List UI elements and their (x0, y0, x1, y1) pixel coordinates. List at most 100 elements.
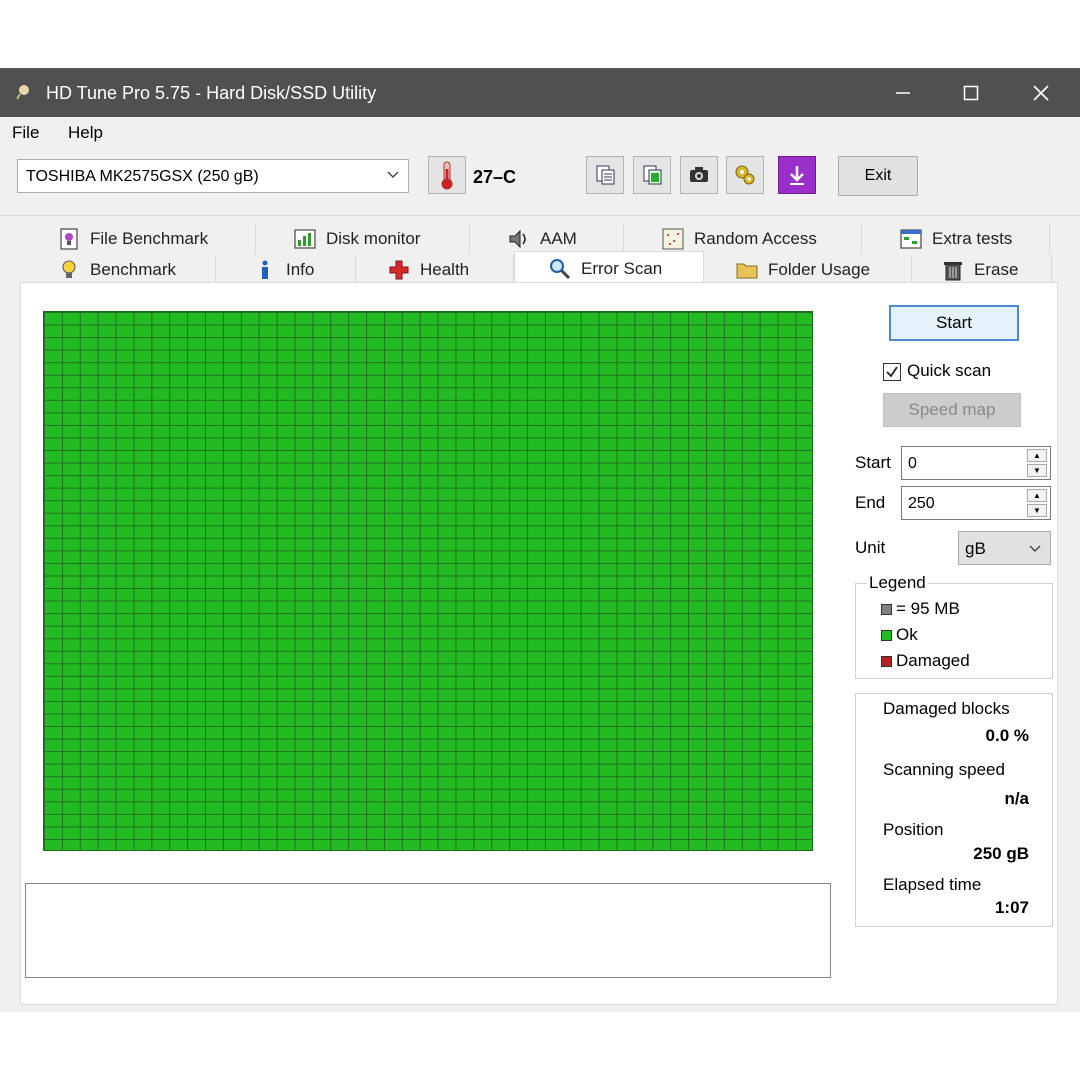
screenshot-button[interactable] (680, 156, 718, 194)
position-value: 250 gB (973, 844, 1029, 863)
file-benchmark-icon (60, 228, 78, 250)
tab-label: Folder Usage (768, 260, 871, 279)
tab-label: Error Scan (581, 258, 663, 278)
scanning-speed-label: Scanning speed (883, 760, 1005, 779)
copy-green-icon (643, 165, 662, 185)
damaged-swatch (881, 655, 892, 667)
scanning-speed-value: n/a (1004, 789, 1029, 808)
damaged-blocks-value: 0.0 % (985, 726, 1029, 745)
disk-monitor-icon (294, 229, 316, 249)
title-bar: HD Tune Pro 5.75 - Hard Disk/SSD Utility (0, 69, 1080, 117)
close-button[interactable] (1006, 69, 1076, 117)
tab-label: File Benchmark (90, 229, 209, 248)
maximize-button[interactable] (936, 69, 1006, 117)
drive-select-value: TOSHIBA MK2575GSX (250 gB) (26, 168, 259, 185)
tab-aam[interactable]: AAM (508, 224, 624, 254)
tab-label: Random Access (694, 229, 817, 248)
down-arrow-icon (790, 166, 804, 185)
legend-block-size: = 95 MB (881, 599, 960, 619)
magnifier-icon (550, 258, 571, 279)
spin-down-button[interactable]: ▼ (1027, 464, 1047, 477)
copy-icon (596, 165, 615, 185)
ok-swatch (881, 629, 892, 641)
legend-ok-label: Ok (896, 625, 918, 644)
lightbulb-icon (62, 260, 76, 278)
tab-label: AAM (540, 229, 577, 248)
elapsed-time-label: Elapsed time (883, 875, 982, 894)
position-label: Position (883, 820, 944, 839)
end-field[interactable]: 250 ▲ ▼ (901, 486, 1051, 520)
tab-random-access[interactable]: Random Access (662, 224, 862, 254)
gears-icon (735, 165, 755, 185)
block-swatch (881, 603, 892, 615)
drive-select[interactable]: TOSHIBA MK2575GSX (250 gB) (17, 159, 409, 193)
tab-benchmark[interactable]: Benchmark (58, 255, 216, 285)
menu-bar: File Help (0, 117, 1080, 147)
menu-help[interactable]: Help (68, 123, 103, 143)
speaker-icon (509, 229, 526, 249)
random-access-icon (662, 228, 684, 250)
log-area (25, 883, 831, 978)
tab-error-scan[interactable]: Error Scan (514, 251, 704, 285)
extra-tests-icon (900, 229, 922, 249)
folder-icon (736, 263, 758, 279)
legend-block-size-label: = 95 MB (896, 599, 960, 618)
legend-damaged-label: Damaged (896, 651, 970, 670)
tab-health[interactable]: Health (388, 255, 514, 285)
tab-file-benchmark[interactable]: File Benchmark (58, 224, 256, 254)
checkmark-icon (886, 366, 898, 378)
close-icon (1033, 85, 1049, 101)
start-button[interactable]: Start (889, 305, 1019, 341)
window-title: HD Tune Pro 5.75 - Hard Disk/SSD Utility (46, 83, 377, 103)
quick-scan-checkbox[interactable] (883, 363, 901, 381)
trash-icon (944, 262, 962, 281)
spin-up-button[interactable]: ▲ (1027, 489, 1047, 502)
tab-label: Benchmark (90, 260, 176, 279)
spin-up-button[interactable]: ▲ (1027, 449, 1047, 462)
tab-label: Health (420, 260, 470, 279)
start-field-label: Start (855, 453, 891, 472)
info-icon (262, 260, 268, 279)
tab-label: Disk monitor (326, 229, 421, 248)
tab-label: Extra tests (932, 229, 1013, 248)
toolbar: TOSHIBA MK2575GSX (250 gB) 27–C Exit (0, 147, 1080, 216)
camera-icon (690, 167, 708, 182)
end-field-value: 250 (908, 495, 935, 512)
tab-extra-tests[interactable]: Extra tests (900, 224, 1050, 254)
speed-map-button[interactable]: Speed map (883, 393, 1021, 427)
tab-label: Erase (974, 260, 1019, 279)
damaged-blocks-label: Damaged blocks (883, 699, 1010, 718)
temperature-button[interactable] (428, 156, 466, 194)
copy-all-button[interactable] (633, 156, 671, 194)
unit-select-value: gB (965, 539, 986, 558)
legend-damaged: Damaged (881, 651, 970, 671)
start-field-value: 0 (908, 455, 917, 472)
minimize-button[interactable] (868, 69, 938, 117)
app-icon (16, 85, 29, 100)
scan-block-map (43, 311, 813, 851)
exit-button[interactable]: Exit (838, 156, 918, 196)
menu-file[interactable]: File (12, 123, 39, 143)
start-field[interactable]: 0 ▲ ▼ (901, 446, 1051, 480)
maximize-icon (963, 85, 979, 101)
tab-disk-monitor[interactable]: Disk monitor (294, 224, 470, 254)
tab-folder-usage[interactable]: Folder Usage (736, 255, 912, 285)
error-scan-panel: Start Quick scan Speed map Start 0 ▲ ▼ E… (20, 282, 1058, 1005)
chevron-down-icon (1029, 545, 1041, 552)
temperature-value: 27–C (473, 167, 517, 187)
minimize-icon (896, 92, 910, 94)
unit-select[interactable]: gB (958, 531, 1051, 565)
legend-ok: Ok (881, 625, 918, 645)
save-button[interactable] (778, 156, 816, 194)
quick-scan-label: Quick scan (907, 361, 992, 380)
options-button[interactable] (726, 156, 764, 194)
tab-label: Info (286, 260, 315, 279)
copy-info-button[interactable] (586, 156, 624, 194)
elapsed-time-value: 1:07 (994, 898, 1029, 917)
app-window: HD Tune Pro 5.75 - Hard Disk/SSD Utility… (0, 68, 1080, 1012)
spin-down-button[interactable]: ▼ (1027, 504, 1047, 517)
legend-title: Legend (867, 573, 928, 593)
tab-erase[interactable]: Erase (942, 255, 1052, 285)
chevron-down-icon (387, 171, 399, 178)
tab-info[interactable]: Info (254, 255, 356, 285)
